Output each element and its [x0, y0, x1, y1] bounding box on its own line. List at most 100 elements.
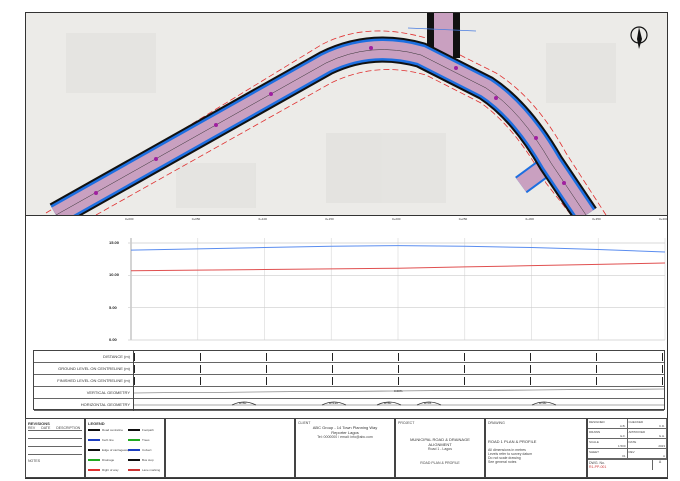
band-value-mark	[530, 365, 531, 373]
legend-swatch	[128, 429, 140, 431]
band-row-label: VERTICAL GEOMETRY	[34, 387, 134, 399]
notes-block	[165, 418, 295, 478]
plan-view: 0+0000+0500+1000+1500+2000+2500+3000+350	[26, 13, 667, 215]
longitudinal-profile: 0+000 0+050 0+100 0+150 0+200 0+250 0+300 0+350…	[26, 216, 667, 346]
band-value-mark	[332, 377, 333, 385]
legend-item-label: Lane marking	[142, 468, 161, 472]
info-field: SCALE 1:500	[588, 439, 628, 449]
info-field: DATE 2023	[627, 439, 667, 449]
profile-chainage-label: 0+350	[592, 217, 601, 221]
legend-swatch	[88, 449, 100, 451]
band-value-mark	[134, 353, 135, 361]
profile-chainage-label: 0+400	[659, 217, 668, 221]
north-arrow-icon	[630, 26, 648, 49]
info-field-value: 01	[622, 454, 626, 458]
drawing-block: DRAWING ROAD 1 PLAN & PROFILE All dimens…	[485, 418, 587, 478]
curve-mark	[376, 401, 402, 406]
profile-chainage-label: 0+050	[191, 217, 201, 221]
band-value-mark	[200, 353, 201, 361]
info-field-value: G.H.	[658, 434, 665, 438]
band-value-mark	[464, 353, 465, 361]
band-value-mark	[398, 365, 399, 373]
legend-swatch	[128, 439, 140, 441]
band-value-mark	[332, 365, 333, 373]
client-contact: Tel: 0000000 / email: info@abc.com	[317, 435, 373, 439]
band-value-mark	[398, 377, 399, 385]
legend-item-label: Trees	[142, 438, 150, 442]
band-row-label: GROUND LEVEL ON CENTRELINE (m)	[34, 363, 134, 375]
drawing-note: See general notes	[488, 460, 517, 464]
curve-mark	[416, 401, 442, 406]
rev-header: REV	[28, 426, 36, 430]
band-value-mark	[398, 353, 399, 361]
band-value-mark	[662, 353, 663, 361]
profile-band-table: DISTANCE (m) GROUND LEVEL ON CENTRELINE (…	[33, 350, 665, 411]
legend-item-label: Edge of carriageway	[102, 448, 130, 452]
band-value-mark	[200, 365, 201, 373]
legend-title: LEGEND	[88, 421, 105, 426]
client-block: CLIENT ABC Group - 14 Town Planning Way …	[295, 418, 395, 478]
legend-item: Culvert	[128, 448, 152, 452]
band-row: FINISHED LEVEL ON CENTRELINE (m)	[34, 375, 664, 387]
curve-mark	[321, 401, 347, 406]
legend-swatch	[88, 439, 100, 441]
legend-item-label: Kerb line	[102, 438, 114, 442]
profile-y-tick-label: 0.00	[109, 337, 117, 342]
band-value-mark	[134, 365, 135, 373]
info-field-value: A.B.	[619, 424, 626, 428]
legend-item: Edge of carriageway	[88, 448, 129, 452]
info-field: APPROVED G.H.	[627, 429, 667, 439]
band-row: DISTANCE (m)	[34, 351, 664, 363]
project-block: PROJECT MUNICIPAL ROAD & DRAINAGE ALIGNM…	[395, 418, 485, 478]
band-row-label: HORIZONTAL GEOMETRY	[34, 399, 134, 411]
band-value-mark	[134, 377, 135, 385]
band-value-mark	[596, 365, 597, 373]
legend-item-label: Road centreline	[102, 428, 124, 432]
band-value-mark	[266, 353, 267, 361]
band-row-label: DISTANCE (m)	[34, 351, 134, 363]
legend-item-label: Footpath	[142, 428, 154, 432]
band-value-mark	[266, 365, 267, 373]
band-value-mark	[662, 377, 663, 385]
info-field-value: 2023	[658, 444, 665, 448]
project-label: PROJECT	[398, 421, 415, 425]
legend-item: Drainage	[88, 458, 114, 462]
curve-mark	[231, 401, 257, 406]
profile-chainage-label: 0+150	[325, 217, 334, 221]
band-value-mark	[464, 377, 465, 385]
rev-no: A	[652, 460, 667, 470]
band-value-mark	[464, 365, 465, 373]
rev-header: DESCRIPTION	[56, 426, 81, 430]
legend-swatch	[128, 469, 140, 471]
profile-y-tick-label: 5.00	[109, 304, 117, 310]
legend-block: LEGEND Road centreline Kerb line Edge of c…	[85, 418, 165, 478]
legend-item-label: Culvert	[142, 448, 152, 452]
vertical-geometry-line	[134, 388, 664, 394]
info-field: REV A	[627, 449, 667, 459]
profile-chainage-label: 0+300	[525, 217, 534, 221]
profile-chainage-label: 0+200	[392, 217, 401, 221]
legend-item-label: Right of way	[102, 468, 119, 472]
band-value-mark	[530, 353, 531, 361]
info-field-value: E.F.	[620, 434, 626, 438]
legend-item-label: Drainage	[102, 458, 115, 462]
profile-chainage-label: 0+250	[458, 217, 468, 221]
legend-swatch	[128, 449, 140, 451]
profile-chainage-label: 0+000	[125, 217, 134, 221]
band-value-mark	[596, 353, 597, 361]
band-value-mark	[596, 377, 597, 385]
info-field-value: A	[662, 454, 665, 458]
legend-swatch	[88, 459, 100, 461]
drawing-label: DRAWING	[488, 421, 505, 425]
info-field: SHEET 01	[588, 449, 628, 459]
band-value-mark	[530, 377, 531, 385]
project-location: Road 1 - Lagos	[428, 447, 452, 451]
rev-header: DATE	[41, 426, 51, 430]
legend-item: Road centreline	[88, 428, 123, 432]
legend-swatch	[88, 469, 100, 471]
legend-item-label: Bus stop	[142, 458, 154, 462]
info-field-value: 1:500	[617, 444, 626, 448]
drawing-title: ROAD 1 PLAN & PROFILE	[488, 439, 537, 444]
band-value-mark	[332, 353, 333, 361]
info-field: DESIGNED A.B.	[588, 419, 628, 429]
